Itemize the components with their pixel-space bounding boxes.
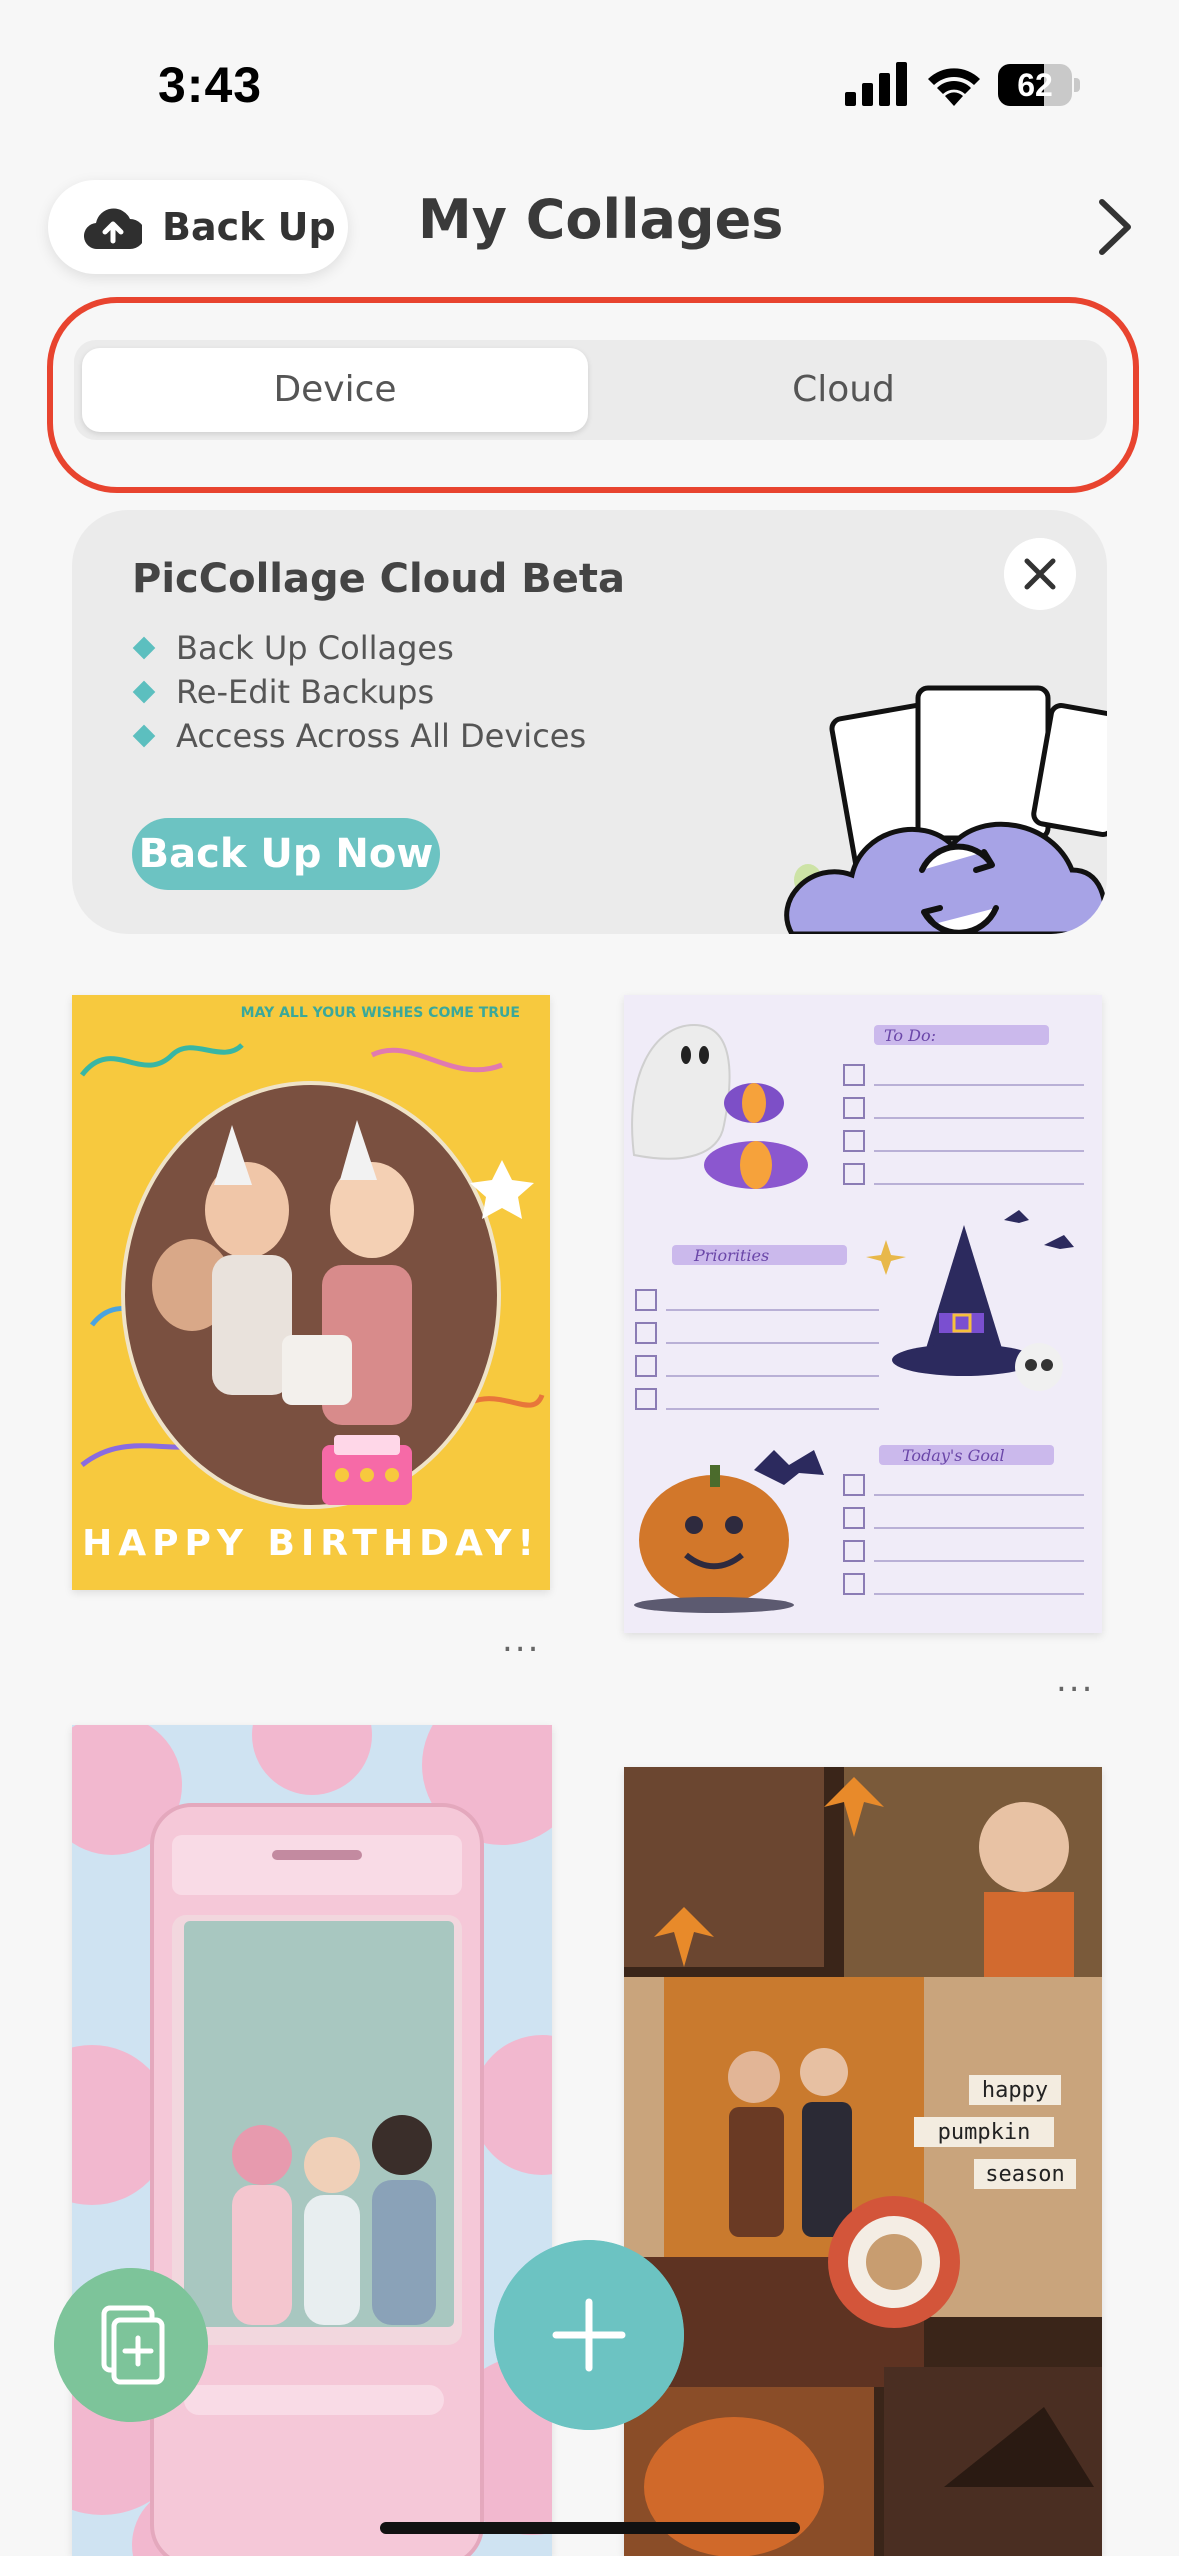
segment-device[interactable]: Device <box>82 348 588 432</box>
collage-birthday[interactable]: MAY ALL YOUR WISHES COME TRUE HAPPY BIRT… <box>72 995 550 1590</box>
battery-icon: 62 <box>998 64 1080 106</box>
segment-cloud[interactable]: Cloud <box>588 348 1099 432</box>
status-time: 3:43 <box>158 57 263 113</box>
cellular-signal-icon <box>845 62 907 106</box>
close-icon[interactable] <box>1004 538 1076 610</box>
diamond-bullet-icon <box>132 636 156 660</box>
cloud-card-title: PicCollage Cloud Beta <box>132 556 625 602</box>
collage-halloween-planner[interactable]: To Do: Priorities Today's Goal <box>624 995 1102 1633</box>
back-up-button[interactable]: Back Up <box>48 180 348 274</box>
page-title: My Collages <box>418 188 784 251</box>
duplicate-collage-button[interactable] <box>54 2268 208 2422</box>
diamond-bullet-icon <box>132 680 156 704</box>
cloud-beta-card: PicCollage Cloud Beta Back Up Collages R… <box>72 510 1107 934</box>
cloud-upload-icon <box>84 208 142 250</box>
diamond-bullet-icon <box>132 724 156 748</box>
goal-label: Today's Goal <box>902 1446 1005 1465</box>
feature-item: Re-Edit Backups <box>132 670 586 714</box>
collage-more-button[interactable]: ... <box>1056 1660 1094 1700</box>
chevron-right-icon[interactable] <box>1090 196 1140 258</box>
birthday-bottom-text: HAPPY BIRTHDAY! <box>82 1523 540 1564</box>
collage-sakura-phone[interactable] <box>72 1725 552 2556</box>
home-indicator <box>380 2522 800 2534</box>
cloud-feature-list: Back Up Collages Re-Edit Backups Access … <box>132 626 586 758</box>
cloud-sync-illustration <box>784 685 1107 934</box>
collage-more-button[interactable]: ... <box>502 1620 540 1660</box>
birthday-top-text: MAY ALL YOUR WISHES COME TRUE <box>241 1005 520 1021</box>
collage-pumpkin-season[interactable]: happy pumpkin season <box>624 1767 1102 2556</box>
storage-segmented-control: Device Cloud <box>74 340 1107 440</box>
wifi-icon <box>928 68 980 106</box>
back-up-now-button[interactable]: Back Up Now <box>132 818 440 890</box>
feature-item: Access Across All Devices <box>132 714 586 758</box>
pumpkin-text-line2: pumpkin <box>938 2120 1031 2145</box>
priorities-label: Priorities <box>693 1246 769 1265</box>
todo-label: To Do: <box>884 1026 936 1045</box>
pumpkin-text-line3: season <box>985 2162 1064 2187</box>
battery-percent: 62 <box>1017 67 1053 103</box>
back-up-label: Back Up <box>162 205 336 249</box>
pumpkin-text-line1: happy <box>982 2078 1048 2103</box>
new-collage-button[interactable] <box>494 2240 684 2430</box>
feature-item: Back Up Collages <box>132 626 586 670</box>
